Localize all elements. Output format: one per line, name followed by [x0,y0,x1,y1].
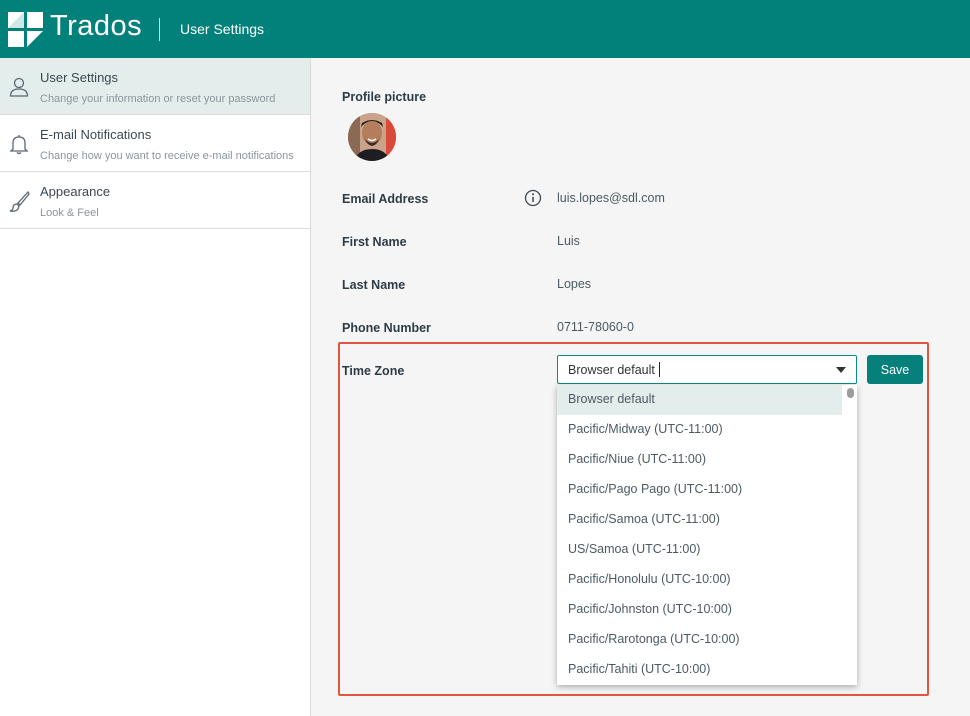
app-logo-text: Trados [50,10,143,42]
timezone-option[interactable]: Pacific/Honolulu (UTC-10:00) [557,565,842,595]
brush-icon [9,190,30,212]
timezone-dropdown-list: Browser default Pacific/Midway (UTC-11:0… [557,385,857,685]
sidebar-item-title: E-mail Notifications [40,127,152,142]
timezone-select[interactable]: Browser default [557,355,857,384]
timezone-option[interactable]: Browser default [557,385,842,415]
sidebar-item-title: User Settings [40,70,119,85]
timezone-label: Time Zone [342,364,405,378]
phone-number-label: Phone Number [342,321,431,335]
sidebar-item-subtitle: Look & Feel [40,207,99,219]
bell-icon [9,135,29,155]
timezone-select-value: Browser default [568,363,655,377]
chevron-down-icon[interactable] [836,367,846,373]
sidebar-item-email-notifications[interactable]: E-mail Notifications Change how you want… [0,115,310,172]
settings-panel: Profile picture Email Address luis.lopes… [312,58,970,716]
avatar[interactable] [348,113,396,161]
timezone-option[interactable]: Pacific/Tahiti (UTC-10:00) [557,655,842,685]
first-name-value: Luis [557,234,580,248]
sidebar-item-appearance[interactable]: Appearance Look & Feel [0,172,310,229]
timezone-option[interactable]: Pacific/Midway (UTC-11:00) [557,415,842,445]
email-label: Email Address [342,192,429,206]
timezone-option[interactable]: Pacific/Samoa (UTC-11:00) [557,505,842,535]
trados-logo-icon [8,12,43,47]
timezone-option[interactable]: Pacific/Niue (UTC-11:00) [557,445,842,475]
email-value: luis.lopes@sdl.com [557,191,665,205]
sidebar-item-title: Appearance [40,184,111,199]
timezone-option[interactable]: US/Samoa (UTC-11:00) [557,535,842,565]
header-section-title: User Settings [180,21,265,37]
last-name-label: Last Name [342,278,406,292]
dropdown-scrollbar[interactable] [847,388,854,398]
sidebar-item-subtitle: Change how you want to receive e-mail no… [40,150,294,162]
avatar-image-icon [348,113,396,161]
info-icon[interactable] [524,189,542,207]
timezone-option[interactable]: Pacific/Pago Pago (UTC-11:00) [557,475,842,505]
sidebar-item-subtitle: Change your information or reset your pa… [40,93,276,105]
profile-picture-label: Profile picture [342,90,427,104]
first-name-label: First Name [342,235,407,249]
header-divider [159,18,160,41]
phone-number-value: 0711-78060-0 [557,320,634,334]
last-name-value: Lopes [557,277,592,291]
timezone-option[interactable]: Pacific/Rarotonga (UTC-10:00) [557,625,842,655]
sidebar-item-user-settings[interactable]: User Settings Change your information or… [0,58,310,115]
sidebar: User Settings Change your information or… [0,58,311,716]
text-cursor [659,362,660,377]
user-icon [9,77,29,97]
top-bar: Trados User Settings [0,0,970,58]
timezone-option[interactable]: Pacific/Johnston (UTC-10:00) [557,595,842,625]
save-button[interactable]: Save [867,355,923,384]
